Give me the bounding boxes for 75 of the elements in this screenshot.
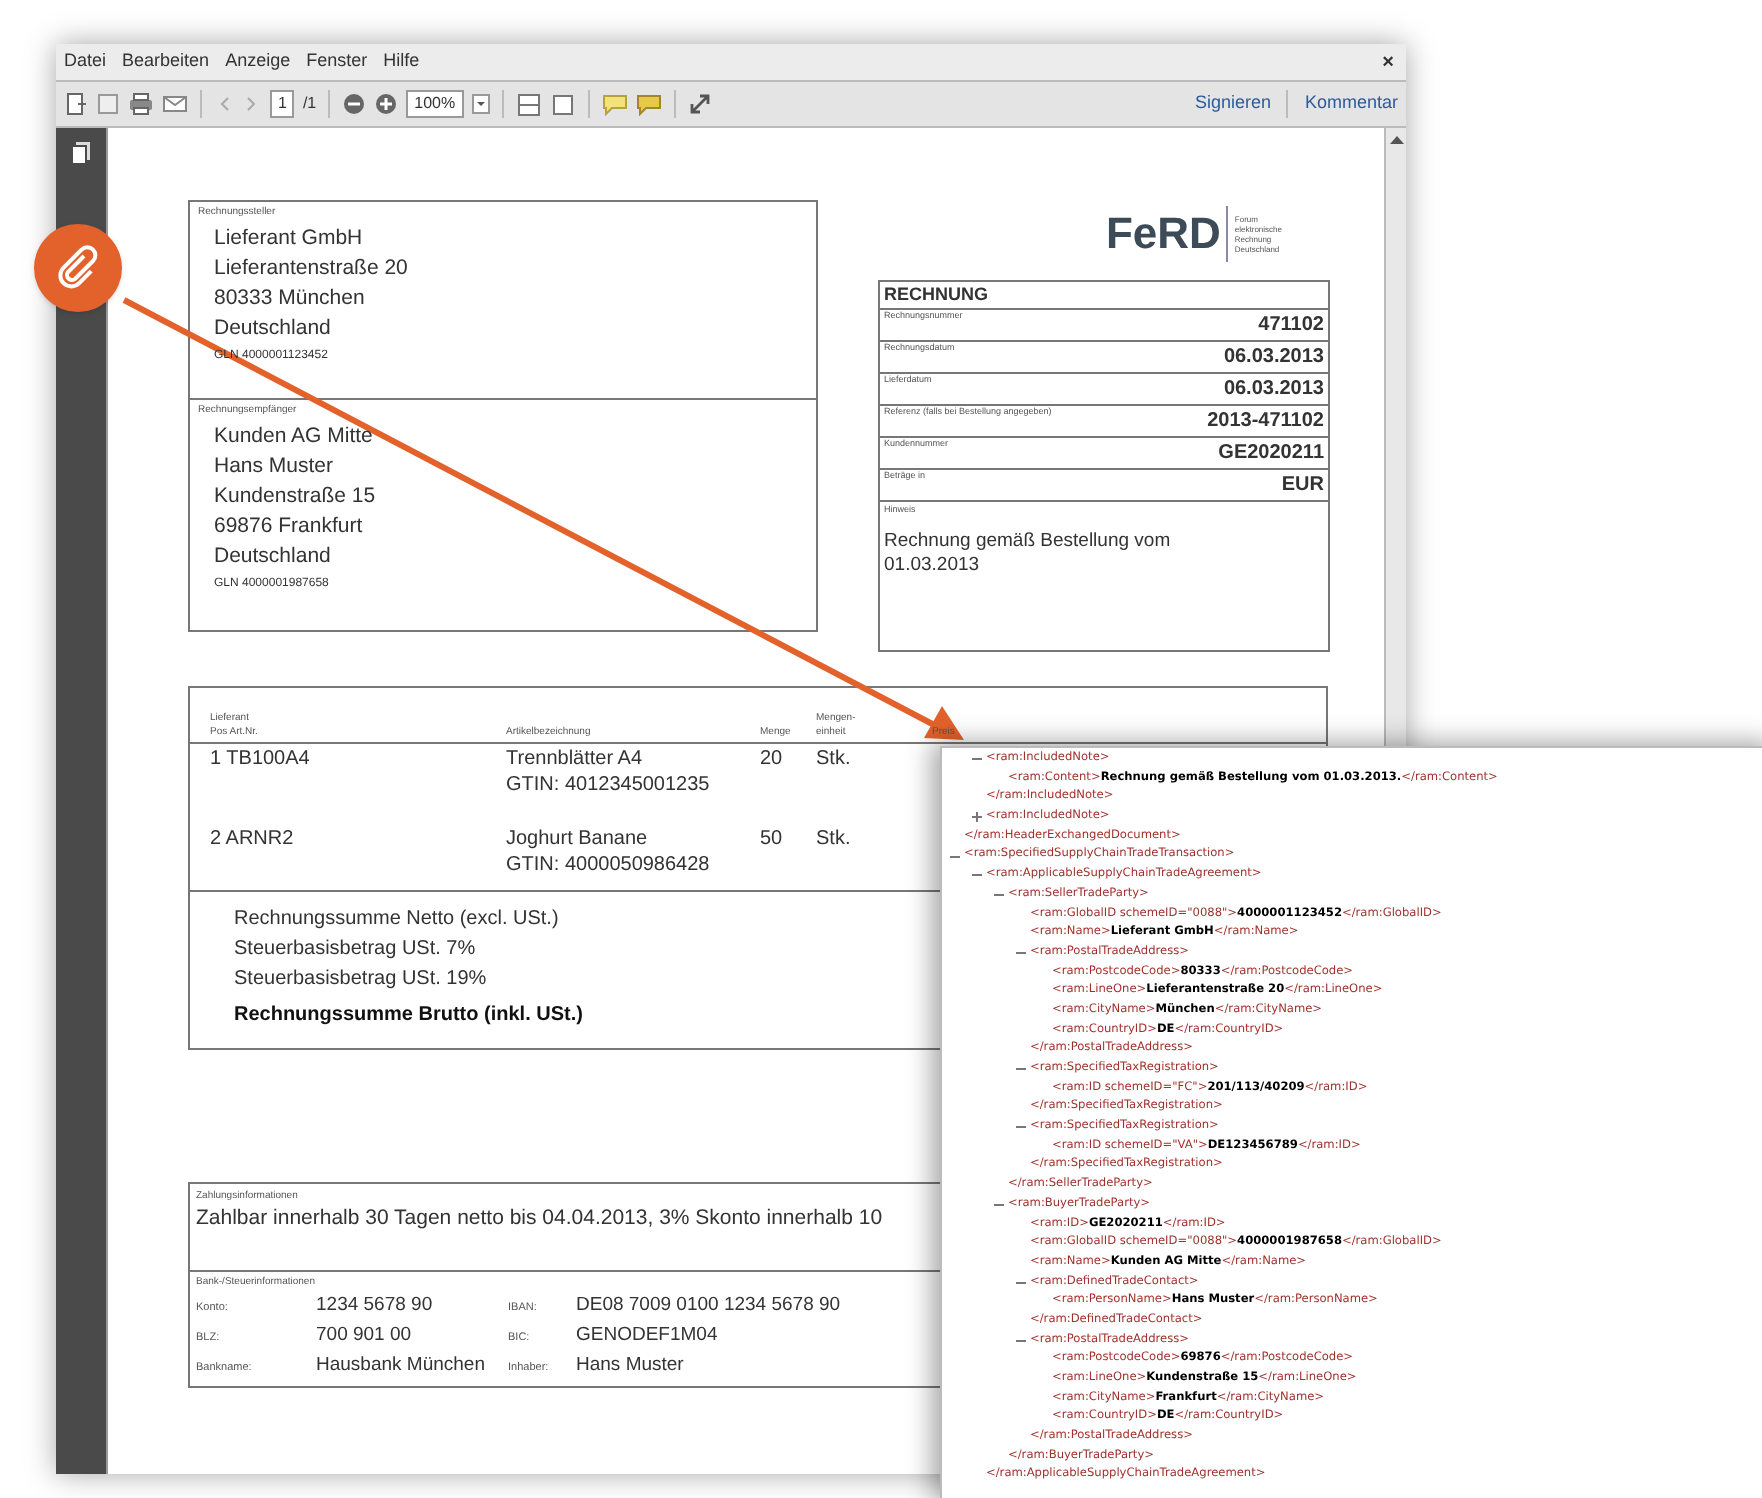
zoom-in-icon[interactable] — [374, 92, 399, 116]
create-icon[interactable] — [64, 92, 88, 116]
collapse-icon[interactable] — [1016, 1335, 1026, 1346]
zoom-field[interactable]: 100% — [406, 90, 464, 118]
menu-item[interactable]: Hilfe — [383, 48, 420, 76]
fit-width-icon[interactable] — [549, 91, 576, 117]
logo-wordmark: FeRD — [1105, 212, 1221, 256]
toolbar-link[interactable]: Signieren — [1194, 90, 1271, 118]
address-line: 69876 Frankfurt — [214, 512, 365, 542]
address-line: Kundenstraße 15 — [214, 482, 378, 512]
field-value: 471102 — [1258, 312, 1324, 340]
table-cell: 2 ARNR2 — [210, 828, 294, 850]
table-cell: GTIN: 4000050986428 — [506, 852, 710, 878]
field-value: 700 901 00 — [316, 1322, 412, 1348]
address-line: Deutschland — [214, 542, 333, 572]
close-button[interactable]: × — [1382, 47, 1398, 77]
zoom-out-icon[interactable] — [342, 92, 367, 116]
expand-icon[interactable] — [687, 92, 712, 116]
print-icon[interactable] — [128, 92, 154, 116]
field-value: EUR — [1281, 472, 1324, 500]
table-cell: GTIN: 4012345001235 — [506, 772, 710, 798]
comment-icon[interactable] — [635, 92, 662, 116]
paperclip-icon — [54, 244, 102, 292]
total-label: Steuerbasisbetrag USt. 7% — [234, 936, 476, 964]
address-line: Lieferantenstraße 20 — [214, 254, 410, 284]
collapse-icon[interactable] — [994, 1200, 1004, 1211]
table-cell: 1 TB100A4 — [210, 748, 310, 770]
pages-icon[interactable] — [69, 140, 93, 166]
field-value: Hans Muster — [576, 1352, 684, 1378]
menu-item[interactable]: Fenster — [306, 48, 368, 76]
dropdown-caret-icon[interactable] — [471, 92, 490, 116]
menu-item[interactable]: Bearbeiten — [122, 48, 210, 76]
table-cell: Stk. — [816, 828, 851, 850]
address-line: Lieferant GmbH — [214, 224, 365, 254]
note-text: Rechnung gemäß Bestellung vom 01.03.2013 — [884, 528, 1173, 578]
field-value: GE2020211 — [1218, 440, 1324, 468]
save-icon[interactable] — [96, 92, 120, 116]
field-value: GENODEF1M04 — [576, 1322, 718, 1348]
collapse-icon[interactable] — [994, 890, 1004, 901]
field-value: 2013-471102 — [1207, 408, 1324, 436]
field-value: Hausbank München — [316, 1352, 485, 1378]
table-cell: 20 — [760, 748, 783, 770]
collapse-icon[interactable] — [1016, 1277, 1026, 1288]
collapse-icon[interactable] — [950, 851, 960, 862]
mail-icon[interactable] — [162, 92, 188, 116]
address-line: Hans Muster — [214, 452, 336, 482]
table-cell: 50 — [760, 828, 783, 850]
collapse-icon[interactable] — [1016, 948, 1026, 959]
table-cell: Joghurt Banane — [506, 826, 648, 852]
collapse-icon[interactable] — [972, 754, 982, 765]
field-value: 06.03.2013 — [1223, 376, 1324, 404]
collapse-icon[interactable] — [1016, 1122, 1026, 1133]
field-value: 06.03.2013 — [1223, 344, 1324, 372]
field-value: 1234 5678 90 — [316, 1292, 433, 1318]
field-value: DE08 7009 0100 1234 5678 90 — [576, 1292, 841, 1318]
page-number-field[interactable]: 1 — [270, 90, 295, 118]
total-label: Rechnungssumme Brutto (inkl. USt.) — [234, 1002, 583, 1030]
address-line: Kunden AG Mitte — [214, 422, 375, 452]
collapse-icon[interactable] — [1016, 1064, 1026, 1075]
address-line: Deutschland — [214, 314, 333, 344]
toolbar-link[interactable]: Kommentar — [1304, 90, 1398, 118]
collapse-icon[interactable] — [972, 870, 982, 881]
page-count: /1 — [302, 92, 317, 116]
table-cell: Trennblätter A4 — [506, 746, 643, 772]
total-label: Steuerbasisbetrag USt. 19% — [234, 966, 487, 994]
address-line: 80333 München — [214, 284, 367, 314]
invoice-title: RECHNUNG — [880, 282, 1328, 310]
payment-terms: Zahlbar innerhalb 30 Tagen netto bis 04.04.2013, 3% Skonto innerhalb 10 — [196, 1206, 883, 1232]
table-cell: Stk. — [816, 748, 851, 770]
total-label: Rechnungssumme Netto (excl. USt.) — [234, 906, 559, 934]
menu-item[interactable]: Anzeige — [225, 48, 291, 76]
menu-item[interactable]: Datei — [64, 48, 107, 76]
scroll-up-icon[interactable] — [1389, 134, 1403, 146]
fit-page-icon[interactable] — [515, 91, 542, 117]
expand-icon[interactable] — [972, 812, 982, 823]
